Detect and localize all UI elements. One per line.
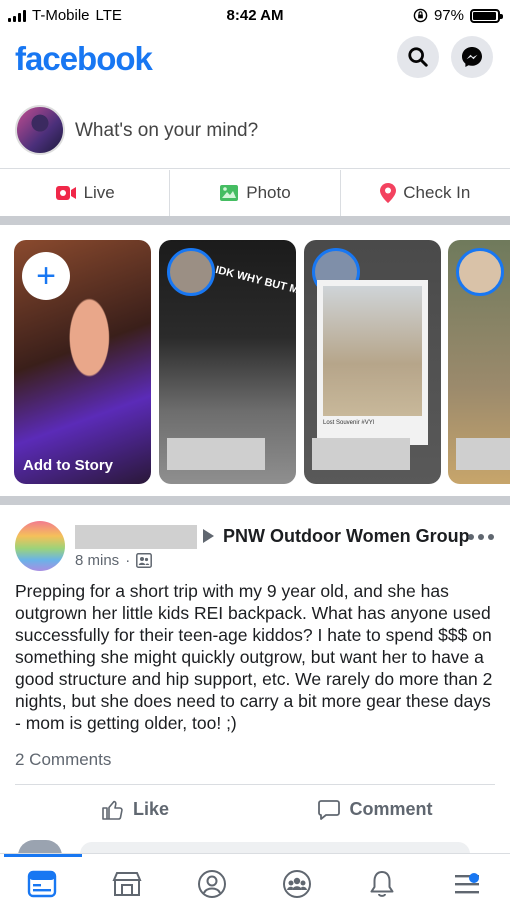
post-body: Prepping for a short trip with my 9 year… [15,581,493,733]
bottom-tab-bar [0,853,510,908]
redacted-name [312,438,410,470]
story-overlay-text: IDK WHY BUT MOOD [214,264,296,303]
comment-bubble-icon [318,799,341,820]
redacted-name [456,438,510,470]
check-in-button[interactable]: Check In [341,170,510,216]
composer-actions: Live Photo Check In [0,170,510,216]
menu-notification-badge [469,873,479,883]
user-avatar[interactable] [15,105,65,155]
app-header: facebook [0,32,510,92]
messenger-icon [462,47,482,67]
search-icon [408,47,428,67]
check-in-label: Check In [403,183,471,202]
tab-marketplace[interactable] [97,864,157,904]
section-separator [0,216,510,225]
more-options-icon[interactable] [468,534,494,540]
active-tab-indicator [4,854,82,857]
story-photo-caption: Lost Souvenir #VYl [323,420,375,426]
battery-icon [470,8,503,23]
divider [0,168,510,169]
marketplace-icon [112,872,142,896]
section-separator [0,496,510,505]
story-card[interactable]: Lost Souvenir #VYl [304,240,441,484]
story-avatar [167,248,215,296]
photo-icon [220,185,239,201]
separator-dot: · [125,552,131,569]
status-right: 97% [413,7,503,24]
redacted-author-name[interactable] [75,525,197,549]
comment-label: Comment [349,799,433,819]
story-card[interactable] [448,240,510,484]
tab-menu[interactable] [437,864,497,904]
composer-prompt[interactable]: What's on your mind? [75,120,258,142]
live-label: Live [83,183,115,202]
post-time[interactable]: 8 mins [75,552,119,569]
messenger-button[interactable] [451,36,493,78]
arrow-right-icon [203,529,214,543]
story-photo: Lost Souvenir #VYl [317,280,428,445]
group-audience-icon [136,553,153,568]
story-card[interactable]: IDK WHY BUT MOOD [159,240,296,484]
live-video-icon [55,186,76,200]
profile-icon [198,870,226,898]
status-bar: T-Mobile LTE 8:42 AM 97% [0,0,510,32]
search-button[interactable] [397,36,439,78]
group-name[interactable]: PNW Outdoor Women Group [223,526,470,547]
add-story-icon[interactable]: + [22,252,70,300]
orientation-lock-icon [413,8,428,23]
story-avatar [456,248,504,296]
author-avatar[interactable] [15,521,65,571]
add-to-story-card[interactable]: + Add to Story [14,240,151,484]
like-label: Like [132,799,170,819]
live-button[interactable]: Live [0,170,171,216]
news-feed-icon [27,870,57,898]
tab-profile[interactable] [182,864,242,904]
photo-button[interactable]: Photo [170,170,341,216]
comment-button[interactable]: Comment [255,785,495,834]
facebook-logo[interactable]: facebook [15,40,153,78]
tab-notifications[interactable] [352,864,412,904]
post-meta: 8 mins · [75,552,153,569]
notifications-icon [370,871,394,897]
battery-percent: 97% [433,7,464,24]
comments-count[interactable]: 2 Comments [15,750,111,770]
photo-label: Photo [246,183,291,202]
location-pin-icon [380,183,397,203]
stories-tray: + Add to Story IDK WHY BUT MOOD Lost Sou… [14,240,510,484]
status-composer[interactable]: What's on your mind? [0,95,510,167]
thumbs-up-icon [102,800,123,820]
redacted-name [167,438,265,470]
tab-news-feed[interactable] [12,864,72,904]
post-actions: Like Comment [15,784,495,834]
like-button[interactable]: Like [15,785,255,834]
add-to-story-label: Add to Story [23,457,113,474]
tab-groups[interactable] [267,864,327,904]
post-header: PNW Outdoor Women Group 8 mins · [0,516,510,576]
groups-icon [283,870,311,898]
